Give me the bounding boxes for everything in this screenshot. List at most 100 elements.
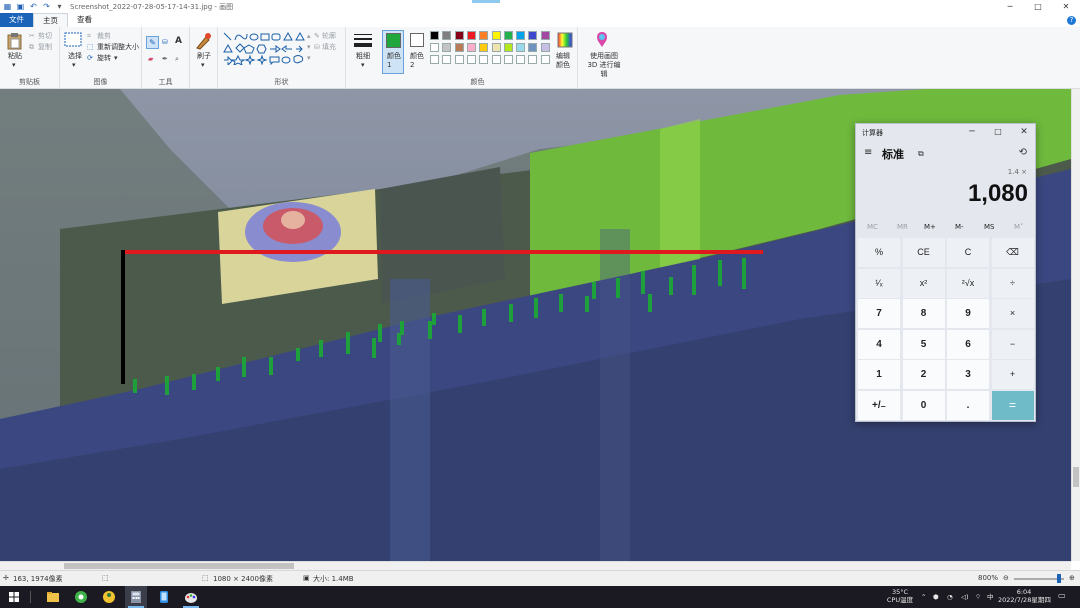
notification-icon[interactable]: ▭ [1058, 592, 1066, 600]
palette-empty-swatch[interactable] [503, 55, 513, 64]
color2-label[interactable]: 颜色 2 [410, 52, 424, 70]
palette-color-swatch[interactable] [491, 43, 501, 52]
tray-app-icon[interactable]: ⬢ [933, 593, 939, 601]
palette-color-swatch[interactable] [442, 43, 452, 52]
text-icon[interactable]: A [175, 37, 182, 46]
edit-colors-label[interactable]: 编辑颜色 [556, 52, 574, 70]
calc-key-digit-2[interactable]: 2 [902, 360, 945, 389]
vertical-scrollbar[interactable] [1071, 89, 1080, 561]
start-icon[interactable] [6, 589, 22, 605]
paint3d-label[interactable]: 使用画图 3D 进行编辑 [584, 52, 624, 79]
fill-icon[interactable]: ⛁ [162, 38, 168, 47]
palette-empty-swatch[interactable] [442, 55, 452, 64]
calculator-close-button[interactable]: ✕ [1011, 124, 1037, 140]
memory-store-button[interactable]: MS [984, 223, 994, 231]
palette-color-swatch[interactable] [503, 31, 513, 40]
paste-button-label[interactable]: 粘贴 [8, 52, 22, 61]
phone-link-icon[interactable] [156, 589, 172, 605]
calc-key-digit-4[interactable]: 4 [858, 329, 900, 359]
close-button[interactable]: ✕ [1052, 0, 1080, 13]
calc-key-equals[interactable]: = [991, 390, 1034, 420]
calc-key-digit-6[interactable]: 6 [947, 329, 989, 359]
tab-home[interactable]: 主页 [33, 13, 68, 27]
palette-color-swatch[interactable] [516, 43, 526, 52]
brushes-icon[interactable] [194, 32, 212, 50]
ime-indicator[interactable]: 中 [987, 593, 994, 601]
magnifier-icon[interactable]: ⌕ [175, 55, 179, 64]
rotate-dropdown-icon[interactable]: ▾ [114, 54, 118, 63]
calc-key-digit-5[interactable]: 5 [902, 329, 945, 359]
calc-key-square[interactable]: x² [902, 268, 945, 298]
palette-color-swatch[interactable] [466, 43, 476, 52]
select-dropdown-icon[interactable]: ▾ [72, 61, 76, 70]
edit-colors-icon[interactable] [557, 32, 573, 48]
paint-taskbar-icon[interactable] [183, 589, 199, 605]
memory-add-button[interactable]: M+ [924, 223, 936, 231]
calculator-taskbar-icon[interactable] [128, 589, 144, 605]
palette-color-swatch[interactable] [540, 43, 550, 52]
save-icon[interactable]: ▣ [16, 2, 25, 11]
calc-key-divide[interactable]: ÷ [991, 268, 1034, 298]
calculator-minimize-button[interactable]: ─ [959, 124, 985, 140]
redo-icon[interactable]: ↷ [42, 2, 51, 11]
palette-empty-swatch[interactable] [491, 55, 501, 64]
calc-key-digit-3[interactable]: 3 [947, 360, 989, 389]
size-icon[interactable] [354, 33, 372, 49]
palette-color-swatch[interactable] [516, 31, 526, 40]
palette-empty-swatch[interactable] [466, 55, 476, 64]
palette-color-swatch[interactable] [540, 31, 550, 40]
eraser-icon[interactable]: ▰ [148, 55, 153, 64]
clock-time[interactable]: 6:04 [1002, 588, 1046, 596]
shapes-scroll-up-icon[interactable]: ▴ [307, 32, 311, 41]
outline-button[interactable]: 轮廓 [322, 32, 336, 41]
calc-key-multiply[interactable]: × [991, 299, 1034, 328]
palette-empty-swatch[interactable] [516, 55, 526, 64]
shapes-more-icon[interactable]: ▾ [307, 54, 311, 63]
paste-dropdown-icon[interactable]: ▾ [12, 61, 16, 70]
calc-key-digit-0[interactable]: 0 [902, 390, 945, 420]
keep-on-top-icon[interactable]: ⧉ [918, 149, 924, 159]
palette-color-swatch[interactable] [430, 43, 439, 52]
user-app-icon[interactable] [101, 589, 117, 605]
palette-empty-swatch[interactable] [430, 55, 439, 64]
palette-color-swatch[interactable] [442, 31, 452, 40]
minimize-button[interactable]: ─ [996, 0, 1024, 13]
size-button-label[interactable]: 粗细 [356, 52, 370, 61]
crop-button[interactable]: 裁剪 [97, 32, 111, 41]
pencil-icon[interactable]: ✎ [146, 36, 159, 49]
cut-button[interactable]: 剪切 [38, 32, 52, 41]
calc-key-digit-7[interactable]: 7 [858, 299, 900, 328]
paste-icon[interactable] [7, 32, 23, 50]
memory-recall-button[interactable]: MR [897, 223, 908, 231]
palette-color-swatch[interactable] [528, 31, 538, 40]
memory-clear-button[interactable]: MC [867, 223, 878, 231]
copy-button[interactable]: 复制 [38, 43, 52, 52]
color-picker-icon[interactable]: ✒ [162, 55, 168, 64]
zoom-out-icon[interactable]: ⊖ [1003, 574, 1009, 582]
brushes-dropdown-icon[interactable]: ▾ [201, 61, 205, 70]
paint3d-icon[interactable] [594, 31, 610, 49]
calc-key-digit-8[interactable]: 8 [902, 299, 945, 328]
size-dropdown-icon[interactable]: ▾ [361, 61, 365, 70]
horizontal-scrollbar[interactable] [0, 561, 1071, 570]
calc-key-reciprocal[interactable]: ¹⁄ₓ [858, 268, 900, 298]
palette-color-swatch[interactable] [528, 43, 538, 52]
palette-color-swatch[interactable] [503, 43, 513, 52]
browser-icon[interactable] [73, 589, 89, 605]
hamburger-menu-icon[interactable]: ≡ [864, 148, 872, 158]
file-explorer-icon[interactable] [45, 589, 61, 605]
palette-empty-swatch[interactable] [479, 55, 489, 64]
select-button-label[interactable]: 选择 [68, 52, 82, 61]
tray-chevron-icon[interactable]: ⌃ [921, 593, 926, 601]
palette-empty-swatch[interactable] [454, 55, 464, 64]
palette-empty-swatch[interactable] [540, 55, 550, 64]
calc-key-clear[interactable]: C [947, 238, 989, 267]
calc-key-decimal[interactable]: . [947, 390, 989, 420]
calc-key-backspace[interactable]: ⌫ [991, 238, 1034, 267]
zoom-in-icon[interactable]: ⊕ [1069, 574, 1075, 582]
select-icon[interactable] [64, 32, 82, 48]
wifi-icon[interactable]: ⌔ [975, 593, 981, 601]
horizontal-scroll-thumb[interactable] [64, 563, 294, 569]
palette-color-swatch[interactable] [430, 31, 439, 40]
calc-key-clear-entry[interactable]: CE [902, 238, 945, 267]
